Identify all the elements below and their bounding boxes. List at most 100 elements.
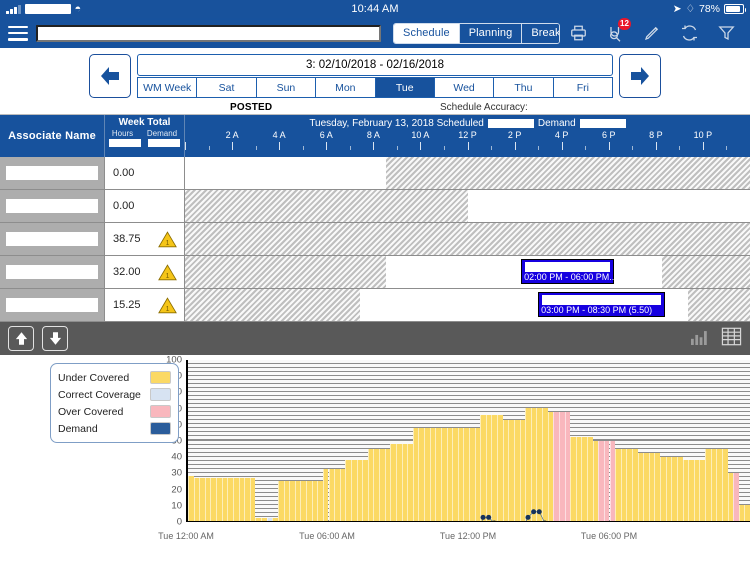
- legend-label: Under Covered: [58, 372, 129, 384]
- day-tab-mon[interactable]: Mon: [316, 77, 375, 98]
- tick-mark: [185, 142, 186, 150]
- associate-name-cell[interactable]: [0, 157, 105, 189]
- filter-funnel-icon[interactable]: [716, 23, 736, 43]
- plot-region: [186, 360, 750, 522]
- next-week-button[interactable]: [619, 54, 661, 98]
- tick-label: 10 A: [411, 130, 429, 140]
- table-row[interactable]: 15.251 03:00 PM - 08:30 PM (5.50): [0, 289, 750, 322]
- legend-item: Demand: [58, 420, 171, 437]
- associate-name-redacted: [6, 265, 98, 279]
- y-tick-label: 40: [171, 452, 182, 463]
- timeline-cell[interactable]: [185, 190, 750, 222]
- week-total-cell: 15.251: [105, 289, 185, 321]
- status-clock: 10:44 AM: [0, 3, 750, 15]
- legend-item: Correct Coverage: [58, 386, 171, 403]
- tick-mark: [562, 142, 563, 150]
- hamburger-menu-icon[interactable]: [8, 25, 28, 42]
- bar-chart-icon[interactable]: [690, 328, 709, 350]
- timeline-cell[interactable]: 03:00 PM - 08:30 PM (5.50): [185, 289, 750, 321]
- timeline-header: Tuesday, February 13, 2018 Scheduled Dem…: [185, 115, 750, 157]
- week-hours-value: 0.00: [113, 200, 134, 212]
- timeline-cell[interactable]: [185, 157, 750, 189]
- timeline-cell[interactable]: [185, 223, 750, 255]
- y-tick-label: 0: [177, 517, 182, 528]
- view-segmented-control[interactable]: Schedule Planning Breaks: [393, 23, 560, 44]
- print-icon[interactable]: [568, 23, 588, 43]
- associate-name-cell[interactable]: [0, 223, 105, 255]
- svg-text:1: 1: [166, 240, 170, 247]
- legend-label: Over Covered: [58, 406, 123, 418]
- tick-label: 8 A: [367, 130, 380, 140]
- week-total-cell: 38.751: [105, 223, 185, 255]
- battery-percent: 78%: [699, 3, 720, 15]
- associate-name-cell[interactable]: [0, 190, 105, 222]
- tick-mark: [585, 146, 586, 150]
- search-magnifier-icon[interactable]: 12: [605, 23, 625, 43]
- demand-line-series: [188, 360, 750, 522]
- associate-name-redacted: [6, 199, 98, 213]
- x-tick-label: Tue 12:00 PM: [440, 531, 496, 541]
- scroll-down-button[interactable]: [42, 326, 68, 351]
- scroll-up-button[interactable]: [8, 326, 34, 351]
- unavailable-block: [185, 190, 468, 222]
- day-tab-thu[interactable]: Thu: [494, 77, 553, 98]
- tab-schedule[interactable]: Schedule: [394, 24, 460, 43]
- warning-triangle-icon[interactable]: 1: [158, 297, 177, 314]
- tick-mark: [515, 142, 516, 150]
- y-tick-label: 30: [171, 468, 182, 479]
- shift-block[interactable]: 03:00 PM - 08:30 PM (5.50): [538, 292, 665, 317]
- coverage-chart: Under Covered Correct Coverage Over Covere…: [0, 355, 750, 555]
- tick-mark: [703, 142, 704, 150]
- previous-week-button[interactable]: [89, 54, 131, 98]
- search-input[interactable]: [36, 25, 381, 42]
- unavailable-block: [688, 289, 750, 321]
- unavailable-block: [662, 256, 750, 288]
- tick-label: 12 P: [458, 130, 477, 140]
- tick-label: 8 P: [649, 130, 663, 140]
- week-range-label[interactable]: 3: 02/10/2018 - 02/16/2018: [137, 54, 613, 76]
- day-tab-fri[interactable]: Fri: [554, 77, 613, 98]
- unavailable-block: [185, 289, 360, 321]
- gridline: [188, 521, 750, 522]
- associate-name-cell[interactable]: [0, 289, 105, 321]
- day-tab-wm-week[interactable]: WM Week: [137, 77, 197, 98]
- unavailable-block: [185, 223, 750, 255]
- day-tab-wed[interactable]: Wed: [435, 77, 494, 98]
- week-demand-value-redacted: [148, 139, 180, 147]
- tick-mark: [444, 146, 445, 150]
- legend-swatch: [150, 371, 171, 384]
- shift-block[interactable]: 02:00 PM - 06:00 PM...: [521, 259, 614, 284]
- shift-label: 02:00 PM - 06:00 PM...: [524, 272, 617, 282]
- tick-mark: [420, 142, 421, 150]
- associate-name-cell[interactable]: [0, 256, 105, 288]
- tick-label: 4 A: [273, 130, 286, 140]
- svg-text:1: 1: [166, 273, 170, 280]
- week-total-hours-label: Hours: [112, 129, 133, 138]
- legend-swatch: [150, 388, 171, 401]
- shift-label: 03:00 PM - 08:30 PM (5.50): [541, 305, 652, 315]
- tick-mark: [279, 142, 280, 150]
- shift-bar: [542, 295, 661, 305]
- warning-triangle-icon[interactable]: 1: [158, 231, 177, 248]
- day-tab-sun[interactable]: Sun: [257, 77, 316, 98]
- tab-planning[interactable]: Planning: [460, 24, 523, 43]
- table-row[interactable]: 0.00: [0, 157, 750, 190]
- table-row[interactable]: 0.00: [0, 190, 750, 223]
- x-tick-label: Tue 06:00 AM: [299, 531, 355, 541]
- tab-breaks[interactable]: Breaks: [522, 24, 560, 43]
- warning-triangle-icon[interactable]: 1: [158, 264, 177, 281]
- tick-mark: [609, 142, 610, 150]
- unavailable-block: [185, 256, 386, 288]
- week-total-cell: 0.00: [105, 157, 185, 189]
- day-tab-tue[interactable]: Tue: [376, 77, 435, 98]
- table-row[interactable]: 38.751: [0, 223, 750, 256]
- legend-label: Demand: [58, 423, 98, 435]
- day-tab-sat[interactable]: Sat: [197, 77, 256, 98]
- chart-toolbar: [0, 322, 750, 355]
- pencil-edit-icon[interactable]: [642, 23, 662, 43]
- table-row[interactable]: 32.00102:00 PM - 06:00 PM...: [0, 256, 750, 289]
- associate-name-redacted: [6, 232, 98, 246]
- table-grid-icon[interactable]: [721, 327, 742, 351]
- refresh-sync-icon[interactable]: [679, 23, 699, 43]
- timeline-cell[interactable]: 02:00 PM - 06:00 PM...: [185, 256, 750, 288]
